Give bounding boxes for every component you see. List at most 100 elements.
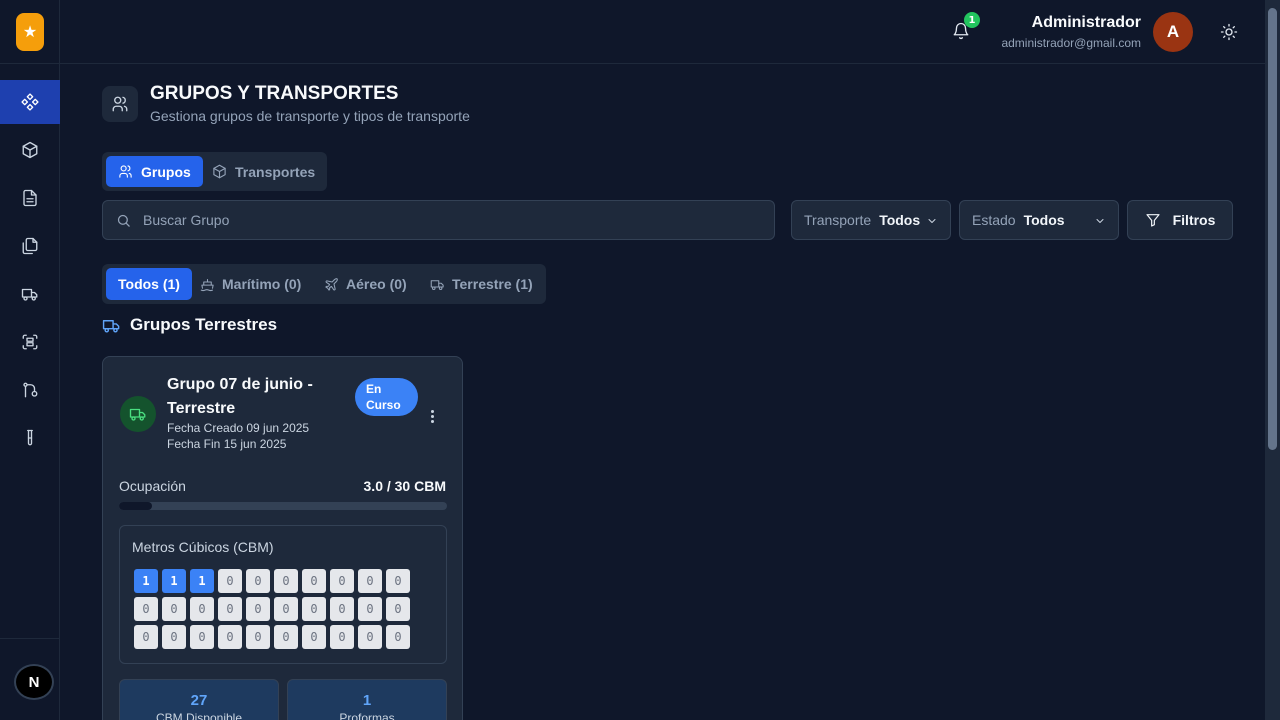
- cbm-title: Metros Cúbicos (CBM): [132, 539, 274, 555]
- category-label: Marítimo (0): [222, 276, 302, 292]
- category-terrestre[interactable]: Terrestre (1): [420, 268, 543, 300]
- card-transport-icon: [120, 396, 156, 432]
- cbm-cell: 0: [162, 597, 186, 621]
- category-label: Aéreo (0): [346, 276, 407, 292]
- filters-label: Filtros: [1172, 212, 1216, 228]
- cbm-panel: Metros Cúbicos (CBM) 1110000000000000000…: [119, 525, 447, 664]
- page-title: GRUPOS Y TRANSPORTES: [150, 83, 399, 104]
- more-options-button[interactable]: [425, 407, 439, 425]
- tab-label: Grupos: [141, 163, 191, 180]
- cbm-cell: 0: [190, 597, 214, 621]
- filter-icon: [1146, 214, 1160, 227]
- users-icon: [119, 165, 132, 178]
- sidebar-item-workflow[interactable]: [0, 368, 60, 412]
- stat-value: 1: [362, 692, 372, 709]
- cbm-cell: 0: [134, 597, 158, 621]
- section-title-label: Grupos Terrestres: [130, 315, 278, 334]
- cbm-cell: 0: [218, 625, 242, 649]
- category-todos[interactable]: Todos (1): [106, 268, 192, 300]
- main-tabs: Grupos Transportes: [102, 152, 327, 191]
- chevron-down-icon: [1096, 219, 1104, 223]
- stat-label: Proformas: [339, 711, 395, 720]
- cbm-cell: 0: [274, 625, 298, 649]
- occupancy-value: 3.0 / 30 CBM: [363, 478, 446, 494]
- n-logo: N: [28, 673, 40, 691]
- dev-tools-button[interactable]: N: [14, 664, 54, 700]
- theme-toggle[interactable]: [1220, 23, 1238, 41]
- select-value: Todos: [879, 212, 921, 228]
- transporte-select[interactable]: Transporte Todos: [791, 200, 951, 240]
- test-tube-icon: [27, 429, 33, 446]
- sidebar-divider: [0, 63, 60, 64]
- sidebar-item-dashboard[interactable]: [0, 80, 60, 124]
- cbm-cell: 0: [246, 597, 270, 621]
- tab-transportes[interactable]: Transportes: [200, 156, 327, 187]
- group-title: Grupo 07 de junio - Terrestre: [167, 376, 313, 417]
- cbm-cell: 0: [358, 597, 382, 621]
- user-name: Administrador: [1031, 14, 1141, 31]
- category-maritimo[interactable]: Marítimo (0): [190, 268, 311, 300]
- dashboard-icon: [21, 93, 39, 111]
- page-scrollbar[interactable]: [1265, 0, 1280, 720]
- truck-icon: [430, 279, 444, 290]
- cbm-cell: 0: [386, 569, 410, 593]
- sidebar-item-documents[interactable]: [0, 176, 60, 220]
- user-email: administrador@gmail.com: [1001, 36, 1141, 50]
- cbm-cell: 0: [218, 569, 242, 593]
- sun-icon: [1220, 23, 1238, 41]
- app-logo[interactable]: ★: [16, 13, 44, 51]
- occupancy-progress-fill: [119, 502, 152, 510]
- truck-icon: [21, 288, 38, 301]
- kebab-dot: [430, 409, 434, 413]
- sidebar-divider: [0, 638, 60, 639]
- page-subtitle: Gestiona grupos de transporte y tipos de…: [150, 108, 470, 124]
- sidebar-item-files[interactable]: [0, 224, 60, 268]
- cbm-cell: 0: [386, 625, 410, 649]
- tab-grupos[interactable]: Grupos: [106, 156, 203, 187]
- filters-button[interactable]: Filtros: [1127, 200, 1233, 240]
- cbm-cell: 1: [190, 569, 214, 593]
- cbm-cell: 0: [246, 625, 270, 649]
- category-aereo[interactable]: Aéreo (0): [314, 268, 417, 300]
- search-input[interactable]: [143, 201, 763, 239]
- star-icon: ★: [22, 22, 38, 41]
- cbm-cell: 0: [330, 569, 354, 593]
- category-label: Todos (1): [118, 276, 180, 292]
- select-label: Transporte: [804, 212, 872, 228]
- cbm-cell: 0: [386, 597, 410, 621]
- sidebar-item-scan[interactable]: [0, 320, 60, 364]
- group-card[interactable]: Grupo 07 de junio - Terrestre Fecha Crea…: [102, 356, 463, 720]
- created-date: Fecha Creado 09 jun 2025: [167, 421, 310, 435]
- cbm-cell: 0: [274, 597, 298, 621]
- scrollbar-thumb[interactable]: [1268, 8, 1277, 450]
- status-badge: En Curso: [355, 378, 418, 416]
- package-icon: [213, 164, 226, 179]
- stat-proformas: 1 Proformas: [287, 679, 447, 720]
- stat-value: 27: [190, 692, 208, 709]
- occupancy-label: Ocupación: [119, 478, 186, 494]
- sidebar: ★ N: [0, 0, 60, 720]
- sidebar-item-transport[interactable]: [0, 272, 60, 316]
- package-icon: [22, 141, 38, 159]
- select-label: Estado: [972, 212, 1016, 228]
- avatar[interactable]: A: [1153, 12, 1193, 52]
- document-icon: [23, 189, 37, 207]
- ship-icon: [200, 278, 214, 291]
- cbm-cell: 0: [358, 625, 382, 649]
- end-date: Fecha Fin 15 jun 2025: [167, 437, 287, 451]
- kebab-dot: [430, 414, 434, 418]
- cbm-grid: 111000000000000000000000000000: [134, 569, 410, 649]
- sidebar-item-packages[interactable]: [0, 128, 60, 172]
- cbm-cell: 0: [330, 625, 354, 649]
- files-icon: [22, 237, 38, 255]
- topbar: 1 Administrador administrador@gmail.com …: [60, 0, 1265, 64]
- cbm-cell: 0: [302, 625, 326, 649]
- sidebar-item-tests[interactable]: [0, 416, 60, 460]
- users-header-icon: [102, 86, 138, 122]
- estado-select[interactable]: Estado Todos: [959, 200, 1119, 240]
- users-icon: [112, 96, 128, 112]
- chevron-down-icon: [928, 219, 936, 223]
- cbm-cell: 0: [302, 569, 326, 593]
- cbm-cell: 0: [274, 569, 298, 593]
- section-title: Grupos Terrestres: [102, 315, 277, 335]
